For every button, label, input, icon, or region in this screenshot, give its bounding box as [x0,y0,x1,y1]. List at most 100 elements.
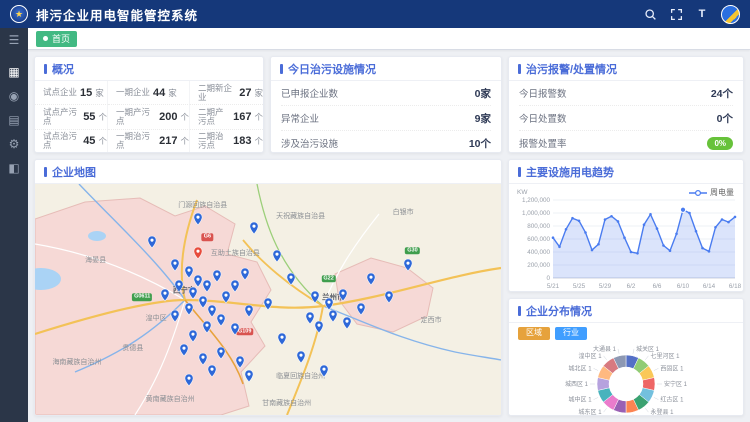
svg-text:1,200,000: 1,200,000 [522,197,551,204]
panel-power-trend: 主要设施用电趋势 KW 周电量 0200,000400,000600,00080… [508,159,744,292]
stat-value: 183 [233,135,251,147]
map-pin[interactable] [169,258,180,272]
panel-map-title: 企业地图 [52,164,96,180]
map-pin[interactable] [202,320,213,334]
map-pin[interactable] [188,329,199,343]
svg-text:城关区 1: 城关区 1 [636,345,660,353]
svg-text:0: 0 [546,275,550,282]
dist-button-region[interactable]: 区域 [518,327,550,340]
stat-value: 200 [159,111,177,123]
row-label: 异常企业 [281,111,319,125]
map-pin[interactable] [216,313,227,327]
svg-text:城北区 1: 城北区 1 [569,364,593,372]
app-logo-icon: ★ [10,5,28,23]
map-pin[interactable] [263,297,274,311]
row-value: 10个 [469,136,491,151]
map-pin[interactable] [328,309,339,323]
map-pin[interactable] [365,272,376,286]
map-pin[interactable] [160,288,171,302]
map-pin[interactable] [249,221,260,235]
map-pin[interactable] [235,355,246,369]
app-root: ★ 排污企业用电智能管控系统 T ☰ ▦ ◉ ▤ ⚙ ◧ 首页 [0,0,750,422]
row-label: 已申报企业数 [281,86,338,100]
dist-button-industry[interactable]: 行业 [555,327,587,340]
sidebar-item-monitor[interactable]: ◉ [0,84,28,108]
map-pin[interactable] [295,350,306,364]
map-pin[interactable] [337,288,348,302]
title-accent-bar [44,167,47,177]
sidebar-menu-toggle-icon[interactable]: ☰ [0,28,28,52]
map-pin[interactable] [286,272,297,286]
map-pin[interactable] [272,249,283,263]
map-pin[interactable] [211,269,222,283]
row-value: 0家 [475,86,491,101]
fullscreen-icon[interactable] [669,7,683,21]
svg-text:城中区 1: 城中区 1 [569,395,593,403]
panel-alarm-header: 治污报警/处置情况 [509,57,743,81]
stat-cell: 一期产污点200个 [108,105,190,129]
stat-cell: 试点企业15家 [35,81,108,105]
svg-text:6/18: 6/18 [729,283,742,290]
main-content: 概况 试点企业15家 一期企业44家 二期新企业27家 试点产污点55个 一期产… [28,50,750,422]
map-pin[interactable] [309,290,320,304]
map-canvas[interactable]: 门源回族自治县天祝藏族自治县白银市海晏县互助土族自治县西宁市兰州市湟中区贵德县海… [35,184,501,415]
font-size-icon[interactable]: T [695,7,709,21]
avatar[interactable] [721,5,740,24]
panel-trend-title: 主要设施用电趋势 [526,164,614,180]
map-pin[interactable] [239,267,250,281]
svg-text:城东区 1: 城东区 1 [579,408,603,416]
stat-unit: 个 [254,111,263,123]
trend-chart-area: KW 周电量 0200,000400,000600,000800,0001,00… [509,184,743,291]
map-pin[interactable] [304,311,315,325]
app-header: ★ 排污企业用电智能管控系统 T [0,0,750,28]
map-pin[interactable] [193,212,204,226]
svg-text:5/25: 5/25 [573,283,586,290]
stat-label: 试点治污点 [43,132,80,150]
panel-enterprise-distribution: 企业分布情况 区域 行业 城关区 1七里河区 1西固区 1安宁区 1红古区 1永… [508,298,744,416]
sidebar-item-settings[interactable]: ⚙ [0,132,28,156]
map-pin[interactable] [183,373,194,387]
today-rows: 已申报企业数0家 异常企业9家 涉及治污设施10个 [271,81,501,153]
map-pin[interactable] [244,304,255,318]
title-accent-bar [518,306,521,316]
svg-text:榆中县 1: 榆中县 1 [593,415,617,416]
map-pin[interactable] [402,258,413,272]
dist-toggle-group: 区域 行业 [509,323,743,340]
map-pin-highlighted[interactable] [193,246,204,260]
title-accent-bar [518,64,521,74]
map-pin[interactable] [230,322,241,336]
svg-text:城西区 1: 城西区 1 [565,381,589,388]
stat-row: 报警处置率0% [519,131,733,153]
stat-unit: 家 [95,87,104,99]
map-pin[interactable] [169,309,180,323]
map-pin[interactable] [318,364,329,378]
map-pin[interactable] [174,279,185,293]
svg-text:600,000: 600,000 [527,236,550,243]
tags-bar: 首页 [28,28,750,50]
stat-value: 44 [153,87,165,99]
map-pin[interactable] [207,364,218,378]
map-pin[interactable] [146,235,157,249]
panel-dist-header: 企业分布情况 [509,299,743,323]
search-icon[interactable] [643,7,657,21]
stat-unit: 个 [181,111,190,123]
map-pin[interactable] [356,302,367,316]
sidebar-item-documents[interactable]: ◧ [0,156,28,180]
stat-label: 二期产污点 [198,108,230,126]
stat-value: 167 [233,111,251,123]
map-pin[interactable] [179,343,190,357]
map-pin[interactable] [342,316,353,330]
map-pin[interactable] [183,302,194,316]
stat-value: 217 [159,135,177,147]
alarm-rows: 今日报警数24个 今日处置数0个 报警处置率0% [509,81,743,153]
stat-unit: 个 [98,111,107,123]
sidebar-item-reports[interactable]: ▤ [0,108,28,132]
sidebar-item-dashboard[interactable]: ▦ [0,60,28,84]
row-label: 今日处置数 [519,111,567,125]
map-pin[interactable] [216,346,227,360]
map-pin[interactable] [244,369,255,383]
map-pin[interactable] [384,290,395,304]
map-pin[interactable] [276,332,287,346]
tab-home[interactable]: 首页 [36,31,77,47]
stat-unit: 个 [98,135,107,147]
